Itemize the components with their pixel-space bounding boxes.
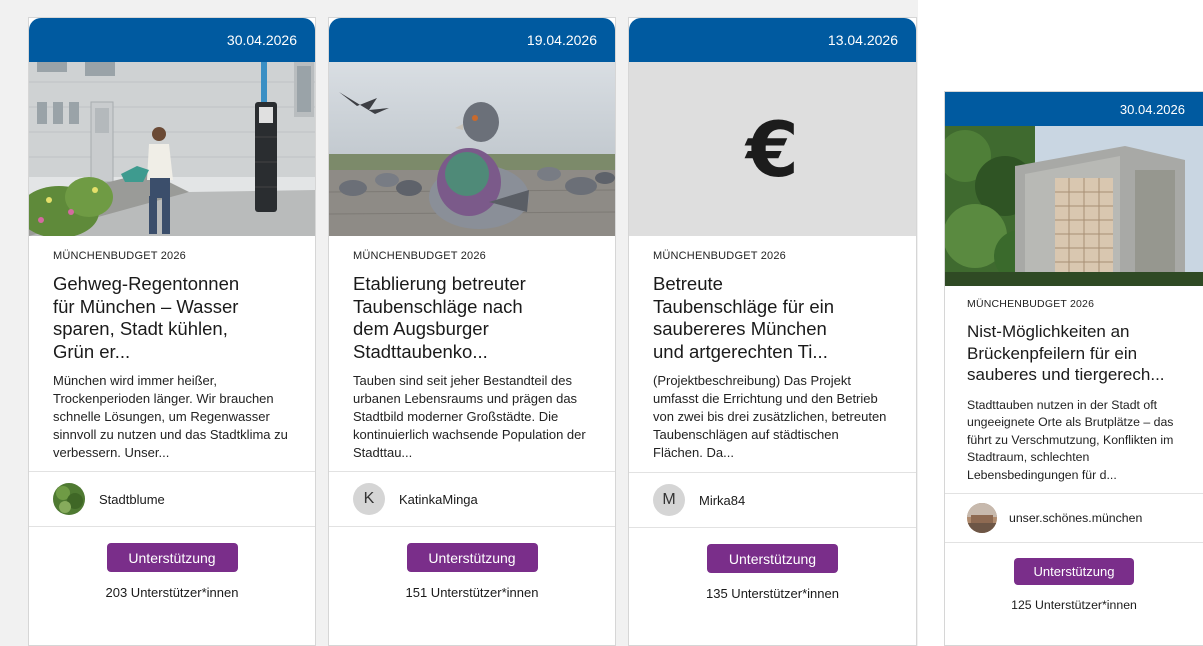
avatar: M bbox=[653, 484, 685, 516]
card-title[interactable]: Betreute Taubenschläge für ein sauberere… bbox=[653, 273, 848, 363]
card-image-building[interactable] bbox=[945, 126, 1203, 286]
card-description: Tauben sind seit jeher Bestandteil des u… bbox=[353, 373, 586, 460]
author-name[interactable]: Mirka84 bbox=[699, 493, 745, 508]
support-button[interactable]: Unterstützung bbox=[106, 543, 238, 572]
author-name[interactable]: Stadtblume bbox=[99, 492, 165, 507]
card-category: MÜNCHENBUDGET 2026 bbox=[653, 250, 786, 262]
card-author[interactable]: unser.schönes.münchen bbox=[945, 493, 1203, 543]
supporter-count: 203 Unterstützer*innen bbox=[105, 585, 239, 600]
support-section: Unterstützung 125 Unterstützer*innen bbox=[945, 543, 1203, 645]
avatar-initial: K bbox=[363, 490, 375, 507]
card-description: (Projektbeschreibung) Das Projekt umfass… bbox=[653, 373, 887, 460]
project-card-bridge-nesting[interactable]: 30.04.2026 MÜNCHENBUDGET 2026 Nist-Mögli… bbox=[944, 91, 1203, 646]
card-title[interactable]: Etablierung betreuter Taubenschläge nach… bbox=[353, 273, 548, 363]
card-date-header: 30.04.2026 bbox=[29, 18, 315, 62]
support-button[interactable]: Unterstützung bbox=[1014, 558, 1134, 585]
card-date-header: 19.04.2026 bbox=[329, 18, 615, 62]
card-author[interactable]: K KatinkaMinga bbox=[329, 471, 615, 527]
card-image-placeholder[interactable]: € bbox=[629, 62, 916, 236]
author-name[interactable]: unser.schönes.münchen bbox=[1009, 511, 1142, 525]
support-section: Unterstützung 151 Unterstützer*innen bbox=[329, 527, 615, 645]
card-title[interactable]: Nist-Möglichkeiten an Brückenpfeilern fü… bbox=[967, 321, 1167, 386]
card-date-header: 30.04.2026 bbox=[945, 92, 1203, 126]
support-button[interactable]: Unterstützung bbox=[707, 544, 838, 573]
card-date: 19.04.2026 bbox=[526, 32, 597, 48]
card-body: MÜNCHENBUDGET 2026 Nist-Möglichkeiten an… bbox=[945, 286, 1203, 484]
support-button[interactable]: Unterstützung bbox=[406, 543, 538, 572]
supporter-count: 135 Unterstützer*innen bbox=[706, 586, 839, 601]
euro-icon: € bbox=[746, 104, 799, 194]
card-date: 13.04.2026 bbox=[827, 32, 898, 48]
project-card-rain-barrels[interactable]: 30.04.2026 MÜNCHENBUDGET 2026 Gehweg-Reg… bbox=[28, 17, 316, 646]
card-description: München wird immer heißer, Trockenperiod… bbox=[53, 373, 288, 460]
card-image-pigeons[interactable] bbox=[329, 62, 615, 236]
card-author[interactable]: Stadtblume bbox=[29, 471, 315, 527]
avatar: K bbox=[353, 483, 385, 515]
avatar-initial: M bbox=[662, 491, 676, 508]
card-body: MÜNCHENBUDGET 2026 Betreute Taubenschläg… bbox=[629, 236, 916, 462]
card-date: 30.04.2026 bbox=[226, 32, 297, 48]
card-author[interactable]: M Mirka84 bbox=[629, 472, 916, 528]
card-date: 30.04.2026 bbox=[1119, 101, 1185, 117]
support-section: Unterstützung 135 Unterstützer*innen bbox=[629, 528, 916, 645]
avatar bbox=[53, 483, 85, 515]
card-title[interactable]: Gehweg-Regentonnen für München – Wasser … bbox=[53, 273, 248, 363]
author-name[interactable]: KatinkaMinga bbox=[399, 492, 478, 507]
supporter-count: 125 Unterstützer*innen bbox=[1011, 598, 1137, 612]
card-body: MÜNCHENBUDGET 2026 Gehweg-Regentonnen fü… bbox=[29, 236, 315, 462]
avatar bbox=[967, 503, 997, 533]
support-section: Unterstützung 203 Unterstützer*innen bbox=[29, 527, 315, 645]
image-placeholder: € bbox=[629, 62, 916, 236]
card-date-header: 13.04.2026 bbox=[629, 18, 916, 62]
card-category: MÜNCHENBUDGET 2026 bbox=[967, 298, 1095, 310]
project-card-pigeon-lofts-munich[interactable]: 13.04.2026 € MÜNCHENBUDGET 2026 Betreute… bbox=[628, 17, 917, 646]
card-description: Stadttauben nutzen in der Stadt oft unge… bbox=[967, 397, 1174, 482]
card-category: MÜNCHENBUDGET 2026 bbox=[53, 250, 186, 262]
card-image-rain-barrel[interactable] bbox=[29, 62, 315, 236]
card-category: MÜNCHENBUDGET 2026 bbox=[353, 250, 486, 262]
project-card-pigeon-lofts-augsburg[interactable]: 19.04.2026 MÜNCHENBUDGET 2026 Etablierun… bbox=[328, 17, 616, 646]
supporter-count: 151 Unterstützer*innen bbox=[405, 585, 539, 600]
card-body: MÜNCHENBUDGET 2026 Etablierung betreuter… bbox=[329, 236, 615, 462]
